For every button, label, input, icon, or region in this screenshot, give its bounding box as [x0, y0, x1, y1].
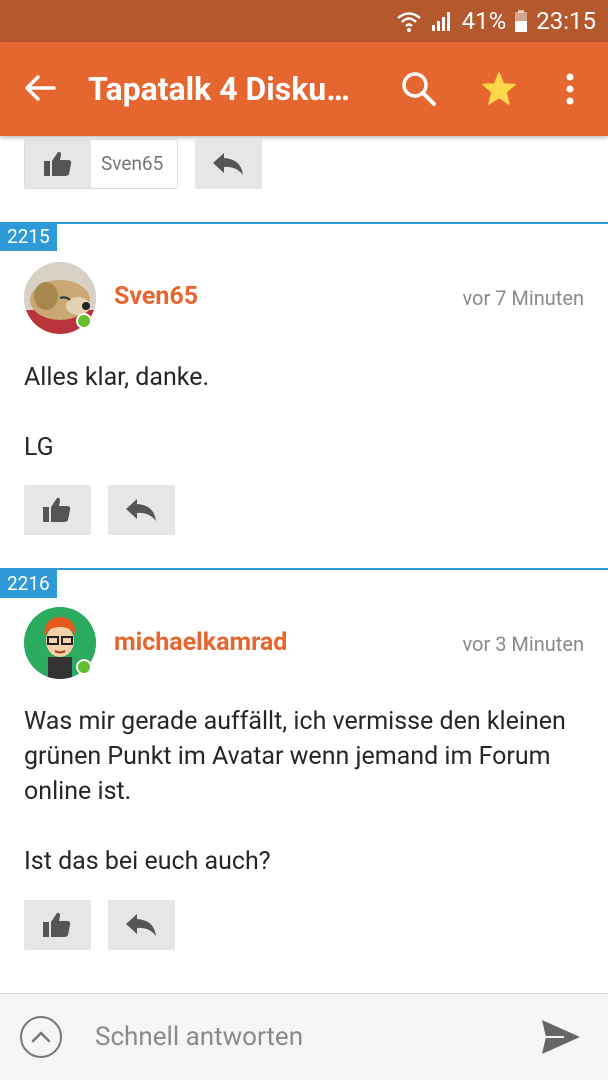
search-icon[interactable] [400, 70, 438, 108]
post-divider [0, 222, 608, 224]
app-bar: Tapatalk 4 Disku… [0, 42, 608, 136]
wifi-icon [396, 12, 421, 32]
send-icon[interactable] [540, 1018, 582, 1056]
status-bar: 41% 23:15 [0, 0, 608, 42]
thumb-up-icon [43, 912, 71, 937]
more-vert-icon[interactable] [556, 70, 584, 108]
like-button[interactable] [24, 485, 91, 535]
post-time: vor 3 Minuten [462, 632, 584, 656]
like-button-with-likers[interactable]: Sven65 [24, 139, 178, 189]
post-number: 2216 [0, 570, 57, 598]
post-author[interactable]: Sven65 [114, 282, 198, 311]
post-body: Was mir gerade auffällt, ich vermisse de… [24, 707, 566, 876]
quick-reply-bar: Schnell antworten [0, 993, 608, 1080]
status-indicators: 41% 23:15 [396, 0, 596, 42]
back-arrow-icon[interactable] [22, 70, 58, 106]
thumb-up-icon [43, 497, 71, 522]
post-time: vor 7 Minuten [462, 286, 584, 310]
reply-quote-button[interactable] [195, 139, 262, 189]
like-button[interactable] [25, 140, 91, 188]
battery-icon [515, 10, 528, 32]
star-icon[interactable] [480, 70, 518, 108]
online-indicator [76, 659, 92, 675]
signal-icon [431, 12, 450, 31]
reply-quote-button[interactable] [108, 485, 175, 535]
battery-percent: 41% [461, 7, 507, 35]
topic-title: Tapatalk 4 Disku… [88, 70, 350, 108]
post-divider [0, 568, 608, 570]
post-body: Alles klar, danke. LG [24, 363, 210, 462]
post-author[interactable]: michaelkamrad [114, 628, 287, 657]
chevron-up-icon [31, 1031, 51, 1043]
reply-icon [126, 914, 156, 936]
expand-reply-button[interactable] [20, 1016, 62, 1058]
clock: 23:15 [536, 7, 596, 35]
liked-by-name[interactable]: Sven65 [101, 140, 163, 188]
online-indicator [76, 313, 92, 329]
reply-quote-button[interactable] [108, 900, 175, 950]
reply-icon [213, 153, 243, 175]
like-button[interactable] [24, 900, 91, 950]
reply-icon [126, 499, 156, 521]
post-number: 2215 [0, 223, 57, 251]
quick-reply-input[interactable]: Schnell antworten [95, 994, 303, 1081]
thumb-up-icon [44, 151, 72, 176]
